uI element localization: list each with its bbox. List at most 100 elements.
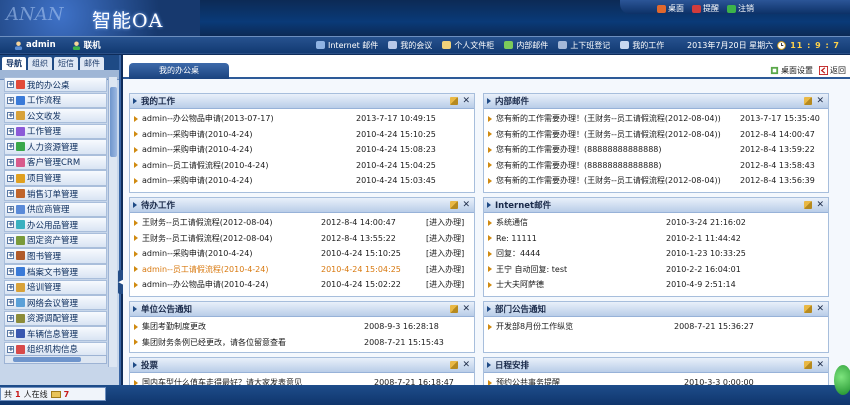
process-button[interactable]: [进入办理] xyxy=(426,248,464,259)
tab-my-desktop[interactable]: 我的办公桌 xyxy=(129,63,229,79)
sidebar-item[interactable]: + 档案文书管理 xyxy=(4,263,107,280)
desktop-link[interactable]: 桌面 xyxy=(657,3,684,14)
sidebar-item[interactable]: + 车辆信息管理 xyxy=(4,326,107,342)
item-link[interactable]: 士大夫阿萨德 xyxy=(496,279,544,290)
edit-icon[interactable] xyxy=(450,361,459,369)
edit-icon[interactable] xyxy=(804,305,813,313)
online-info[interactable]: 共 1 人在线 7 xyxy=(0,387,106,401)
portal-title[interactable]: 内部邮件 xyxy=(495,95,804,107)
tab-sms[interactable]: 短信 xyxy=(54,57,78,70)
expand-icon[interactable]: + xyxy=(7,314,14,322)
item-link[interactable]: 回复：4444 xyxy=(496,248,540,259)
item-link[interactable]: 王宁 自动回复: test xyxy=(496,264,567,275)
item-link[interactable]: admin--采购申请(2010-4-24) xyxy=(142,144,252,155)
portal-title[interactable]: 投票 xyxy=(141,359,450,371)
tab-mail[interactable]: 邮件 xyxy=(80,57,104,70)
portal-title[interactable]: Internet邮件 xyxy=(495,199,804,211)
expand-icon[interactable]: + xyxy=(7,252,14,260)
expand-icon[interactable]: + xyxy=(7,127,14,135)
sidebar-item[interactable]: + 办公用品管理 xyxy=(4,217,107,233)
close-icon[interactable]: ✕ xyxy=(816,361,824,370)
sidebar-item[interactable]: + 我的办公桌 xyxy=(4,77,107,93)
sidebar-hscroll-thumb[interactable] xyxy=(13,357,81,362)
edit-icon[interactable] xyxy=(450,97,459,105)
close-icon[interactable]: ✕ xyxy=(816,201,824,210)
sidebar-item[interactable]: + 销售订单管理 xyxy=(4,186,107,202)
expand-icon[interactable]: + xyxy=(7,158,14,166)
item-link[interactable]: Re: 11111 xyxy=(496,234,537,243)
item-link[interactable]: admin--采购申请(2010-4-24) xyxy=(142,129,252,140)
sidebar-item[interactable]: + 工作流程 xyxy=(4,92,107,108)
portal-title[interactable]: 日程安排 xyxy=(495,359,804,371)
nav-attendance[interactable]: 上下班登记 xyxy=(558,40,610,51)
item-link[interactable]: 您有新的工作需要办理！(88888888888888) xyxy=(496,160,662,171)
nav-my-meeting[interactable]: 我的会议 xyxy=(388,40,432,51)
sidebar-item[interactable]: + 图书管理 xyxy=(4,248,107,264)
item-link[interactable]: admin--员工请假流程(2010-4-24) xyxy=(142,264,268,275)
online-status[interactable]: 联机 xyxy=(72,39,101,51)
sidebar-horizontal-scrollbar[interactable] xyxy=(4,355,107,364)
sidebar-scrollbar[interactable] xyxy=(108,77,117,367)
edit-icon[interactable] xyxy=(450,201,459,209)
close-icon[interactable]: ✕ xyxy=(816,97,824,106)
sidebar-item[interactable]: + 供应商管理 xyxy=(4,201,107,217)
process-button[interactable]: [进入办理] xyxy=(426,217,464,228)
portal-title[interactable]: 单位公告通知 xyxy=(141,303,450,315)
expand-icon[interactable]: + xyxy=(7,205,14,213)
user-name[interactable]: admin xyxy=(14,40,56,50)
expand-icon[interactable]: + xyxy=(7,236,14,244)
item-link[interactable]: 系统通信 xyxy=(496,217,528,228)
expand-icon[interactable]: + xyxy=(7,190,14,198)
item-link[interactable]: 王财务--员工请假流程(2012-08-04) xyxy=(142,233,273,244)
item-link[interactable]: 王财务--员工请假流程(2012-08-04) xyxy=(142,217,273,228)
edit-icon[interactable] xyxy=(804,97,813,105)
expand-icon[interactable]: + xyxy=(7,143,14,151)
expand-icon[interactable]: + xyxy=(7,345,14,353)
reminder-link[interactable]: 提醒 xyxy=(692,3,719,14)
expand-icon[interactable]: + xyxy=(7,330,14,338)
process-button[interactable]: [进入办理] xyxy=(426,264,464,275)
expand-icon[interactable]: + xyxy=(7,112,14,120)
portal-title[interactable]: 我的工作 xyxy=(141,95,450,107)
close-icon[interactable]: ✕ xyxy=(462,201,470,210)
sidebar-item[interactable]: + 客户管理CRM xyxy=(4,154,107,171)
tab-organization[interactable]: 组织 xyxy=(28,57,52,70)
sidebar-item[interactable]: + 固定资产管理 xyxy=(4,232,107,248)
sidebar-item[interactable]: + 项目管理 xyxy=(4,170,107,186)
nav-internal-mail[interactable]: 内部邮件 xyxy=(504,40,548,51)
item-link[interactable]: 您有新的工作需要办理！(88888888888888) xyxy=(496,144,662,155)
expand-icon[interactable]: + xyxy=(7,221,14,229)
sidebar-item[interactable]: + 资源调配管理 xyxy=(4,310,107,326)
portal-title[interactable]: 待办工作 xyxy=(141,199,450,211)
desktop-settings-button[interactable]: 桌面设置 xyxy=(770,65,813,76)
nav-file-cabinet[interactable]: 个人文件柜 xyxy=(442,40,494,51)
item-link[interactable]: 集团财务条例已经更改，请各位留意查看 xyxy=(142,337,286,348)
edit-icon[interactable] xyxy=(804,201,813,209)
sidebar-scroll-thumb[interactable] xyxy=(110,87,117,157)
portal-title[interactable]: 部门公告通知 xyxy=(495,303,804,315)
expand-icon[interactable]: + xyxy=(7,283,14,291)
close-icon[interactable]: ✕ xyxy=(462,305,470,314)
item-link[interactable]: 开发部8月份工作纵览 xyxy=(496,321,573,332)
expand-icon[interactable]: + xyxy=(7,81,14,89)
item-link[interactable]: 您有新的工作需要办理！(王财务--员工请假流程(2012-08-04)) xyxy=(496,129,721,140)
sidebar-item[interactable]: + 人力资源管理 xyxy=(4,139,107,155)
item-link[interactable]: 集团考勤制度更改 xyxy=(142,321,206,332)
process-button[interactable]: [进入办理] xyxy=(426,233,464,244)
expand-icon[interactable]: + xyxy=(7,174,14,182)
sidebar-item[interactable]: + 网络会议管理 xyxy=(4,295,107,311)
item-link[interactable]: admin--采购申请(2010-4-24) xyxy=(142,175,252,186)
sidebar-item[interactable]: + 培训管理 xyxy=(4,279,107,295)
close-icon[interactable]: ✕ xyxy=(462,361,470,370)
expand-icon[interactable]: + xyxy=(7,268,14,276)
item-link[interactable]: admin--办公物品申请(2013-07-17) xyxy=(142,113,274,124)
sidebar-item[interactable]: + 工作管理 xyxy=(4,123,107,139)
sidebar-item[interactable]: + 公文收发 xyxy=(4,108,107,124)
close-icon[interactable]: ✕ xyxy=(462,97,470,106)
nav-my-work[interactable]: 我的工作 xyxy=(620,40,664,51)
process-button[interactable]: [进入办理] xyxy=(426,279,464,290)
expand-icon[interactable]: + xyxy=(7,299,14,307)
tab-navigation[interactable]: 导航 xyxy=(2,57,26,70)
assistant-icon[interactable] xyxy=(834,365,850,395)
item-link[interactable]: admin--员工请假流程(2010-4-24) xyxy=(142,160,268,171)
